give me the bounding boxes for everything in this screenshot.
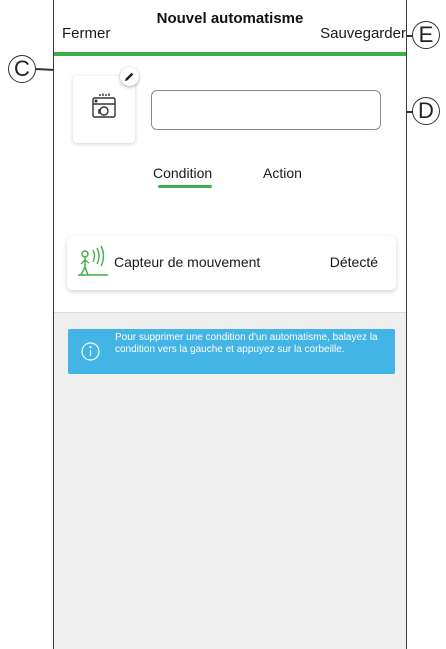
close-button[interactable]: Fermer [62, 25, 110, 42]
dishwasher-icon [92, 93, 116, 118]
callout-c: C [8, 55, 36, 83]
automation-name-input[interactable] [151, 90, 381, 130]
automation-icon-tile[interactable] [73, 76, 135, 143]
tab-condition[interactable]: Condition [153, 165, 212, 181]
callout-d: D [412, 97, 440, 125]
active-tab-indicator [158, 185, 212, 188]
phone-screen: Fermer Nouvel automatisme Sauvegarder Co… [53, 0, 407, 649]
page-title: Nouvel automatisme [156, 10, 304, 27]
callout-e: E [412, 21, 440, 49]
tab-action[interactable]: Action [263, 165, 302, 181]
edit-icon-button[interactable] [120, 67, 139, 86]
info-text: Pour supprimer une condition d'un automa… [115, 332, 378, 355]
condition-state: Détecté [329, 254, 378, 270]
header-accent-bar [54, 52, 406, 56]
condition-card[interactable]: Capteur de mouvement Détecté [67, 236, 396, 290]
info-banner: Pour supprimer une condition d'un automa… [68, 329, 395, 374]
condition-name: Capteur de mouvement [114, 254, 261, 270]
header: Fermer Nouvel automatisme Sauvegarder [54, 0, 406, 52]
pencil-icon [125, 72, 134, 81]
info-icon [81, 342, 100, 361]
motion-sensor-icon [78, 245, 108, 276]
save-button[interactable]: Sauvegarder [320, 25, 406, 42]
